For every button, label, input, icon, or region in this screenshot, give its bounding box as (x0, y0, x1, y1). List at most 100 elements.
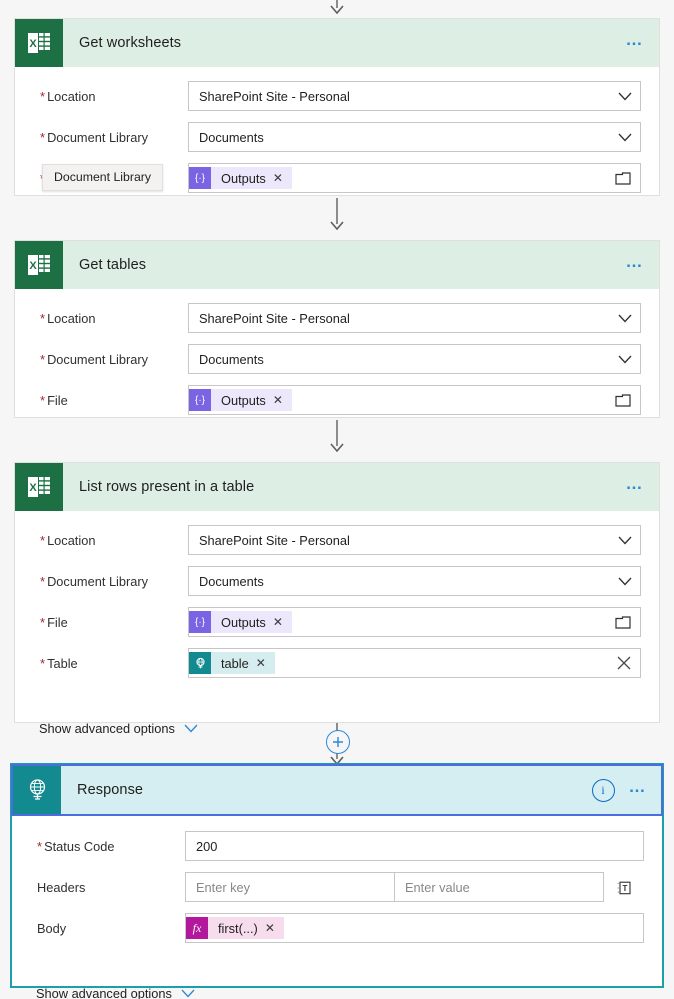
file-input[interactable]: {·} Outputs ✕ (188, 385, 641, 415)
field-label-location: * Location (40, 532, 96, 548)
required-marker: * (40, 614, 46, 630)
token-table[interactable]: table ✕ (189, 652, 275, 674)
body-input[interactable]: fx first(...) ✕ (185, 913, 644, 943)
card-header-get-worksheets[interactable]: X Get worksheets … (15, 19, 659, 67)
info-icon[interactable]: i (591, 778, 615, 802)
body-token-container: fx first(...) ✕ (186, 917, 635, 939)
table-token-container: table ✕ (189, 652, 616, 674)
table-input[interactable]: table ✕ (188, 648, 641, 678)
plus-icon (333, 737, 343, 747)
connector-arrow-top (0, 0, 674, 14)
token-outputs[interactable]: {·} Outputs ✕ (189, 611, 292, 633)
field-label-headers: Headers (37, 879, 86, 895)
token-remove-icon[interactable]: ✕ (273, 172, 283, 184)
chevron-down-icon[interactable] (617, 574, 632, 589)
folder-picker-icon[interactable] (615, 171, 632, 186)
show-advanced-options-response[interactable]: Show advanced options (12, 986, 662, 999)
token-label: Outputs (221, 392, 266, 408)
chevron-down-icon[interactable] (617, 533, 632, 548)
document-library-dropdown[interactable]: Documents (188, 122, 641, 152)
required-marker: * (40, 532, 46, 548)
token-remove-icon[interactable]: ✕ (273, 394, 283, 406)
field-label-file: *File (40, 392, 68, 408)
field-row-document-library: * Document Library Documents (39, 344, 641, 374)
card-body: * Status Code 200 Headers Enter key Enter… (12, 815, 662, 970)
svg-text:X: X (29, 38, 37, 50)
header-actions: … (626, 475, 660, 495)
chevron-down-icon[interactable] (617, 130, 632, 145)
token-label: first(...) (218, 920, 258, 936)
location-dropdown[interactable]: SharePoint Site - Personal (188, 303, 641, 333)
required-marker: * (40, 310, 46, 326)
tooltip-document-library: Document Library (42, 164, 164, 191)
status-code-input[interactable]: 200 (185, 831, 644, 861)
field-label-status-code: * Status Code (37, 838, 115, 854)
document-library-dropdown[interactable]: Documents (188, 344, 641, 374)
action-card-get-worksheets[interactable]: X Get worksheets … * Location SharePoint … (14, 18, 660, 196)
field-row-location: * Location SharePoint Site - Personal (39, 525, 641, 555)
file-input[interactable]: {·} Outputs ✕ (188, 163, 641, 193)
card-menu-button[interactable]: … (626, 253, 646, 273)
card-title: List rows present in a table (79, 479, 255, 495)
excel-icon: X (15, 241, 63, 289)
action-card-list-rows-present-in-a-table[interactable]: X List rows present in a table … * Locati… (14, 462, 660, 736)
required-marker: * (40, 88, 46, 104)
dynamic-content-icon: {·} (189, 389, 211, 411)
card-header-response[interactable]: Response (11, 764, 663, 816)
dynamic-content-icon: {·} (189, 611, 211, 633)
location-value: SharePoint Site - Personal (199, 88, 350, 104)
card-header-get-tables[interactable]: X Get tables … (15, 241, 659, 289)
field-row-headers: Headers Enter key Enter value T (36, 872, 644, 902)
svg-text:X: X (29, 482, 37, 494)
document-library-value: Documents (199, 129, 264, 145)
show-advanced-options-label: Show advanced options (36, 986, 172, 999)
field-label-body: Body (37, 920, 67, 936)
token-expression-first[interactable]: fx first(...) ✕ (186, 917, 284, 939)
header-key-input[interactable]: Enter key (185, 872, 395, 902)
field-row-location: * Location SharePoint Site - Personal (39, 303, 641, 333)
header-value-input[interactable]: Enter value (395, 872, 604, 902)
card-menu-button[interactable]: … (629, 778, 649, 798)
show-advanced-options-label: Show advanced options (39, 721, 175, 736)
chevron-down-icon[interactable] (617, 311, 632, 326)
field-row-body: Body fx first(...) ✕ (36, 913, 644, 943)
action-card-response[interactable]: Response i … * Status Code 200 Headers En… (10, 763, 664, 999)
action-card-get-tables[interactable]: X Get tables … * Location SharePoint Site… (14, 240, 660, 418)
file-input[interactable]: {·} Outputs ✕ (188, 607, 641, 637)
header-key-placeholder: Enter key (196, 879, 251, 895)
field-label-location: * Location (40, 310, 96, 326)
location-dropdown[interactable]: SharePoint Site - Personal (188, 525, 641, 555)
chevron-down-icon[interactable] (181, 989, 195, 998)
chevron-down-icon[interactable] (617, 89, 632, 104)
required-marker: * (40, 655, 46, 671)
card-menu-button[interactable]: … (626, 31, 646, 51)
chevron-down-icon[interactable] (184, 724, 198, 733)
field-row-location: * Location SharePoint Site - Personal (39, 81, 641, 111)
document-library-value: Documents (199, 573, 264, 589)
token-label: Outputs (221, 614, 266, 630)
field-row-status-code: * Status Code 200 (36, 831, 644, 861)
clear-field-icon[interactable] (616, 655, 632, 671)
folder-picker-icon[interactable] (615, 393, 632, 408)
folder-picker-icon[interactable] (615, 615, 632, 630)
location-value: SharePoint Site - Personal (199, 532, 350, 548)
required-marker: * (40, 129, 46, 145)
insert-step-button[interactable] (326, 730, 350, 754)
document-library-value: Documents (199, 351, 264, 367)
card-title: Response (77, 782, 144, 798)
token-outputs[interactable]: {·} Outputs ✕ (189, 389, 292, 411)
document-library-dropdown[interactable]: Documents (188, 566, 641, 596)
token-remove-icon[interactable]: ✕ (265, 922, 275, 934)
insert-item-icon[interactable]: T (604, 879, 644, 896)
token-remove-icon[interactable]: ✕ (273, 616, 283, 628)
location-dropdown[interactable]: SharePoint Site - Personal (188, 81, 641, 111)
card-header-list-rows[interactable]: X List rows present in a table … (15, 463, 659, 511)
required-marker: * (37, 838, 43, 854)
headers-key-value-control: Enter key Enter value T (185, 872, 644, 902)
card-menu-button[interactable]: … (626, 475, 646, 495)
field-row-document-library: * Document Library Documents (39, 566, 641, 596)
dynamic-content-icon: {·} (189, 167, 211, 189)
token-remove-icon[interactable]: ✕ (256, 657, 266, 669)
chevron-down-icon[interactable] (617, 352, 632, 367)
token-outputs[interactable]: {·} Outputs ✕ (189, 167, 292, 189)
